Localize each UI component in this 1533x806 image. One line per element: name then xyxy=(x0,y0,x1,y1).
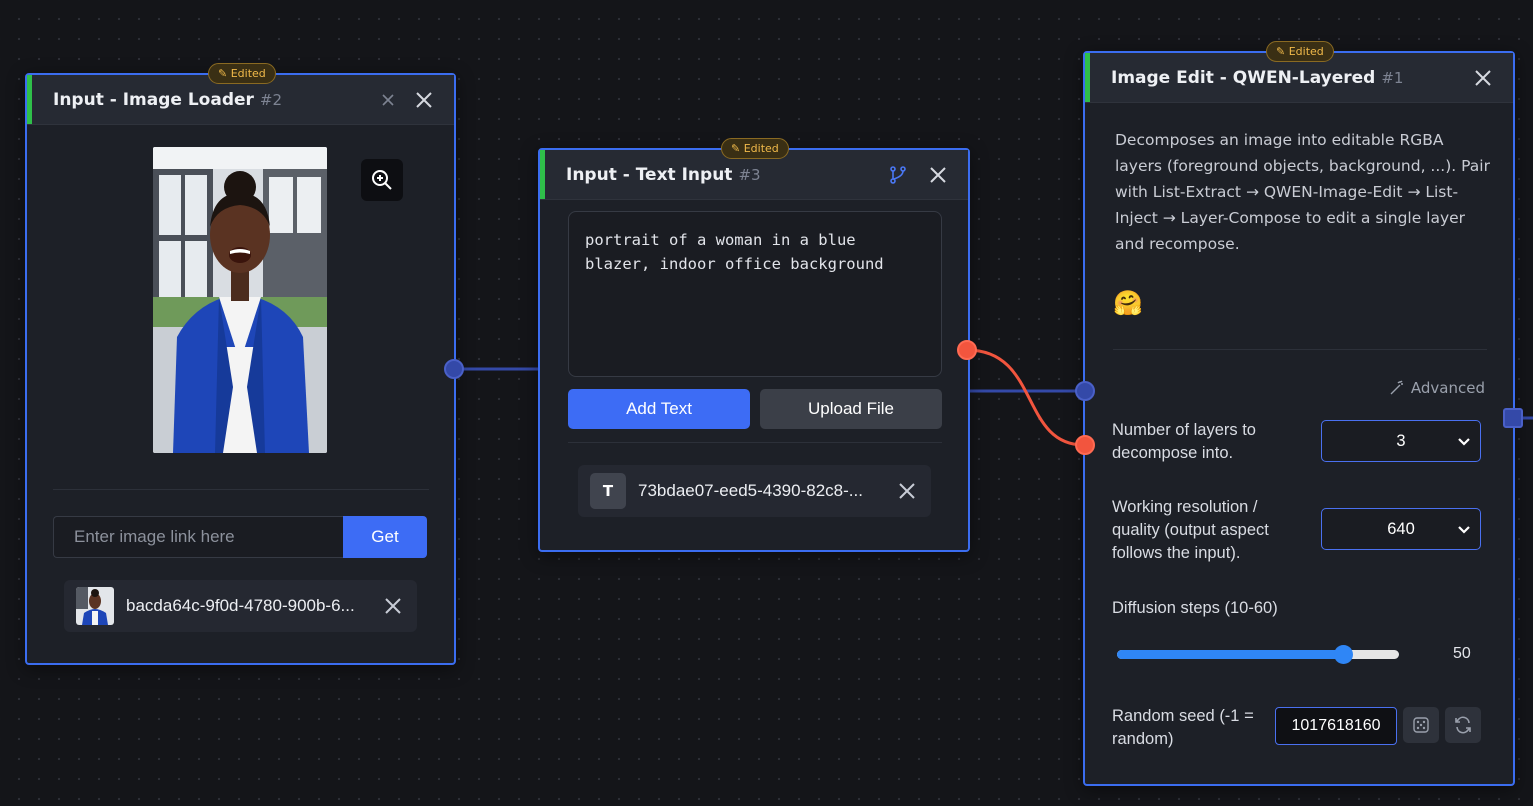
steps-label: Diffusion steps (10-60) xyxy=(1112,599,1278,617)
chevron-down-icon xyxy=(1458,526,1470,534)
node-id: #3 xyxy=(738,165,761,184)
edited-badge: ✎ Edited xyxy=(721,138,789,159)
text-wire-red xyxy=(966,348,1085,447)
edited-badge: ✎ Edited xyxy=(1266,41,1334,62)
file-chip[interactable]: T 73bdae07-eed5-4390-82c8-... xyxy=(578,465,931,517)
hugging-face-icon[interactable]: 🤗 xyxy=(1113,289,1143,317)
node-description: Decomposes an image into editable RGBA l… xyxy=(1115,131,1490,253)
dice-icon xyxy=(1413,717,1429,733)
divider xyxy=(1113,349,1487,350)
steps-slider[interactable] xyxy=(1117,645,1399,664)
divider xyxy=(53,489,429,490)
remove-file-icon[interactable] xyxy=(893,477,921,505)
node-title: Input - Text Input xyxy=(566,164,733,185)
upload-file-button[interactable]: Upload File xyxy=(760,389,942,429)
random-seed-button[interactable] xyxy=(1403,707,1439,743)
close-icon[interactable] xyxy=(924,161,952,189)
close-icon[interactable] xyxy=(1469,64,1497,92)
image-loader-node[interactable]: ✎ Edited Input - Image Loader #2 Enter i… xyxy=(25,63,456,665)
slider-fill xyxy=(1117,650,1343,659)
layers-value: 3 xyxy=(1396,431,1406,450)
file-name: 73bdae07-eed5-4390-82c8-... xyxy=(638,481,863,500)
url-row: Get xyxy=(53,516,427,558)
magic-wand-icon xyxy=(1390,380,1403,395)
resolution-value: 640 xyxy=(1387,519,1415,538)
advanced-toggle[interactable]: Advanced xyxy=(1389,379,1485,397)
node-title: Input - Image Loader xyxy=(53,89,254,110)
zoom-in-icon xyxy=(372,170,392,190)
resolution-label: Working resolution / quality (output asp… xyxy=(1112,498,1269,562)
text-input-node[interactable]: ✎ Edited Input - Text Input #3 portrait … xyxy=(538,138,970,552)
refresh-icon xyxy=(1455,716,1471,734)
image-url-input[interactable] xyxy=(53,516,343,558)
file-name: bacda64c-9f0d-4780-900b-6... xyxy=(126,596,355,615)
edited-badge: ✎ Edited xyxy=(208,63,276,84)
file-chip[interactable]: bacda64c-9f0d-4780-900b-6... xyxy=(64,580,417,632)
resolution-select[interactable]: 640 xyxy=(1321,508,1481,550)
node-id: #2 xyxy=(259,90,283,109)
close-icon[interactable] xyxy=(410,86,438,114)
reset-seed-button[interactable] xyxy=(1445,707,1481,743)
image-edit-node[interactable]: ✎ Edited Image Edit - QWEN-Layered #1 De… xyxy=(1083,41,1515,786)
image-preview[interactable] xyxy=(153,147,327,453)
layers-label: Number of layers to decompose into. xyxy=(1112,421,1256,462)
image-input-port[interactable] xyxy=(1075,381,1095,401)
text-input-area[interactable]: portrait of a woman in a blue blazer, in… xyxy=(568,211,942,377)
file-thumbnail xyxy=(76,587,114,625)
add-text-button[interactable]: Add Text xyxy=(568,389,750,429)
divider xyxy=(568,442,942,443)
advanced-label: Advanced xyxy=(1410,379,1485,397)
layers-select[interactable]: 3 xyxy=(1321,420,1481,462)
seed-input[interactable]: 1017618160 xyxy=(1275,707,1397,745)
get-button[interactable]: Get xyxy=(343,516,427,558)
text-file-icon: T xyxy=(590,473,626,509)
remove-file-icon[interactable] xyxy=(379,592,407,620)
seed-label: Random seed (-1 = random) xyxy=(1112,707,1254,748)
zoom-in-button[interactable] xyxy=(361,159,403,201)
steps-value: 50 xyxy=(1453,645,1471,662)
branch-icon[interactable] xyxy=(884,161,912,189)
chevron-down-icon xyxy=(1458,438,1470,446)
image-output-port[interactable] xyxy=(444,359,464,379)
node-id: #1 xyxy=(1381,68,1404,87)
text-input-port[interactable] xyxy=(1075,435,1095,455)
text-output-port[interactable] xyxy=(957,340,977,360)
minimize-icon[interactable] xyxy=(374,86,402,114)
image-edit-output-port[interactable] xyxy=(1503,408,1523,428)
node-title: Image Edit - QWEN-Layered xyxy=(1111,67,1376,88)
slider-thumb[interactable] xyxy=(1333,645,1353,664)
